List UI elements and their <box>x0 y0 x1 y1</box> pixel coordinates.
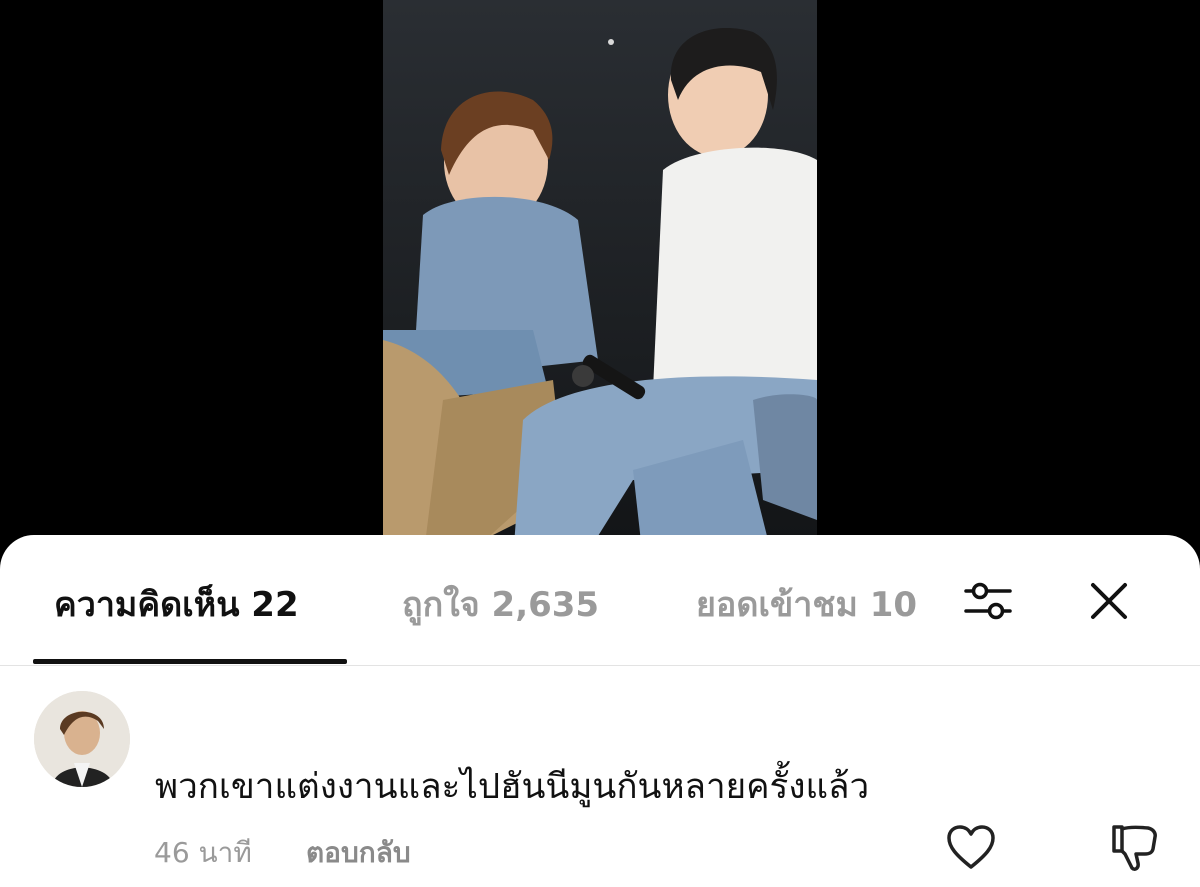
thumbs-down-icon <box>1112 825 1157 871</box>
sliders-icon <box>964 582 1012 620</box>
heart-icon <box>947 825 995 869</box>
tab-comments-count: 22 <box>251 585 299 625</box>
comments-sheet: ความคิดเห็น 22 ถูกใจ 2,635 ยอดเข้าชม 10 <box>0 535 1200 887</box>
tab-views[interactable]: ยอดเข้าชม 10 <box>696 583 928 627</box>
tab-views-count: 10 <box>869 585 918 625</box>
tab-likes[interactable]: ถูกใจ 2,635 <box>402 583 599 627</box>
tab-likes-label: ถูกใจ <box>402 585 480 625</box>
reply-button[interactable]: ตอบกลับ <box>306 831 411 875</box>
dislike-button[interactable] <box>1108 823 1160 873</box>
avatar[interactable] <box>34 691 130 787</box>
video-frame <box>383 0 817 560</box>
video-still-image <box>383 0 817 560</box>
active-tab-indicator <box>33 659 347 664</box>
close-icon <box>1091 583 1127 619</box>
filter-button[interactable] <box>962 577 1014 625</box>
avatar-image <box>34 691 130 787</box>
comment-text: พวกเขาแต่งงานและไปฮันนีมูนกันหลายครั้งแล… <box>155 767 870 807</box>
tab-comments[interactable]: ความคิดเห็น 22 <box>54 583 299 627</box>
tab-comments-label: ความคิดเห็น <box>54 585 240 625</box>
tab-bar: ความคิดเห็น 22 ถูกใจ 2,635 ยอดเข้าชม 10 <box>0 535 1200 666</box>
tab-likes-count: 2,635 <box>491 585 600 625</box>
like-button[interactable] <box>946 825 996 871</box>
tab-views-label: ยอดเข้าชม <box>696 585 858 625</box>
comment-timestamp: 46 นาที <box>154 836 252 869</box>
close-button[interactable] <box>1085 577 1133 625</box>
video-player[interactable] <box>0 0 1200 560</box>
